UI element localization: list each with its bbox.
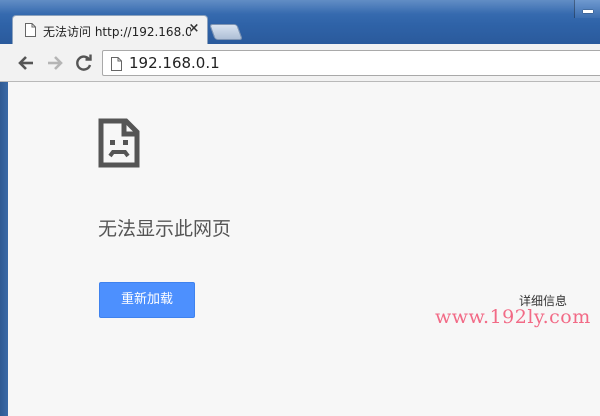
watermark: www.192ly.com <box>435 306 591 328</box>
tab-title: 无法访问 http://192.168.0.1/ <box>43 25 191 39</box>
forward-arrow-icon <box>48 56 63 70</box>
browser-toolbar: 192.168.0.1 <box>0 44 600 82</box>
error-title: 无法显示此网页 <box>98 218 232 240</box>
back-arrow-icon <box>18 56 33 70</box>
error-page <box>8 82 600 416</box>
address-bar[interactable]: 192.168.0.1 <box>102 50 600 76</box>
url-text[interactable]: 192.168.0.1 <box>129 54 220 72</box>
reload-page-button[interactable]: 重新加载 <box>99 282 195 318</box>
window-left-edge <box>0 82 8 416</box>
tab-strip: 无法访问 http://192.168.0.1/ × <box>0 0 600 44</box>
page-icon <box>25 22 36 37</box>
frame-gloss <box>0 0 600 14</box>
forward-button[interactable] <box>44 52 66 74</box>
sad-file-icon <box>98 118 140 172</box>
reload-button[interactable] <box>73 52 95 74</box>
new-tab-button[interactable] <box>209 24 243 40</box>
window-controls <box>574 0 600 18</box>
tab-active[interactable]: 无法访问 http://192.168.0.1/ × <box>12 15 208 44</box>
reload-icon <box>76 54 92 71</box>
tab-close-button[interactable]: × <box>187 22 201 36</box>
page-icon <box>111 56 122 71</box>
minimize-button[interactable] <box>574 0 600 18</box>
back-button[interactable] <box>15 52 37 74</box>
browser-window: 无法访问 http://192.168.0.1/ × <box>0 0 600 416</box>
